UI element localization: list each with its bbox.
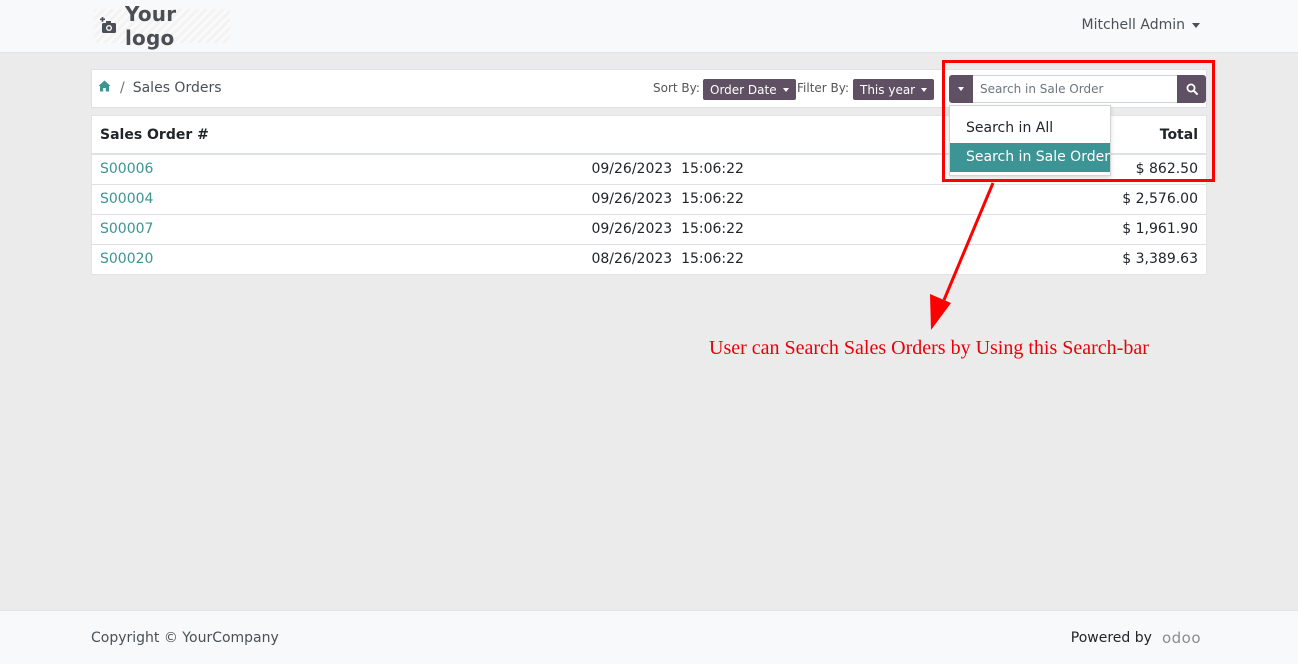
breadcrumb-current: Sales Orders bbox=[132, 80, 222, 96]
caret-down-icon bbox=[1192, 22, 1200, 28]
search-scope-all[interactable]: Search in All bbox=[950, 114, 1110, 143]
top-navbar: Your logo Mitchell Admin bbox=[0, 0, 1298, 53]
powered-by-label: Powered by bbox=[1070, 630, 1152, 646]
filter-by-dropdown[interactable]: This year bbox=[853, 79, 935, 100]
caret-down-icon bbox=[958, 87, 964, 91]
column-header-date: Order Date bbox=[292, 116, 1058, 155]
filter-by-value: This year bbox=[860, 82, 916, 97]
table-row[interactable]: S00020 08/26/2023 15:06:22 $ 3,389.63 bbox=[92, 243, 1206, 274]
logo-text: Your logo bbox=[125, 2, 177, 50]
order-total: $ 2,576.00 bbox=[1057, 183, 1206, 214]
home-icon[interactable] bbox=[98, 80, 111, 96]
odoo-logo[interactable]: odoo bbox=[1162, 629, 1201, 647]
order-link[interactable]: S00004 bbox=[100, 191, 153, 207]
order-total: $ 1,961.90 bbox=[1057, 213, 1206, 244]
breadcrumb-separator: / bbox=[120, 80, 125, 96]
order-link[interactable]: S00006 bbox=[100, 161, 153, 177]
search-scope-menu: Search in All Search in Sale Order bbox=[949, 105, 1111, 176]
order-total: $ 3,389.63 bbox=[1057, 243, 1206, 274]
search-bar bbox=[949, 75, 1206, 103]
copyright-text: Copyright © YourCompany bbox=[91, 630, 279, 646]
powered-by: Powered by odoo bbox=[1071, 629, 1201, 647]
table-row[interactable]: S00004 09/26/2023 15:06:22 $ 2,576.00 bbox=[92, 183, 1206, 214]
sort-by-dropdown[interactable]: Order Date bbox=[703, 79, 796, 100]
order-date: 09/26/2023 15:06:22 bbox=[292, 183, 1058, 214]
order-date: 09/26/2023 15:06:22 bbox=[292, 213, 1058, 244]
search-scope-toggle[interactable] bbox=[949, 75, 973, 103]
user-menu[interactable]: Mitchell Admin bbox=[1081, 17, 1200, 33]
camera-plus-icon bbox=[100, 17, 118, 35]
logo[interactable]: Your logo bbox=[94, 2, 230, 50]
caret-down-icon bbox=[782, 87, 789, 92]
search-input[interactable] bbox=[973, 75, 1177, 103]
filter-by-label: Filter By: bbox=[797, 81, 850, 95]
sort-by-value: Order Date bbox=[710, 82, 777, 97]
breadcrumb: / Sales Orders bbox=[98, 80, 222, 96]
footer: Copyright © YourCompany Powered by odoo bbox=[0, 610, 1298, 664]
user-name: Mitchell Admin bbox=[1081, 17, 1186, 33]
search-icon bbox=[1186, 83, 1198, 95]
order-date: 09/26/2023 15:06:22 bbox=[591, 161, 744, 178]
order-link[interactable]: S00007 bbox=[100, 221, 153, 237]
annotation-text: User can Search Sales Orders by Using th… bbox=[709, 337, 1149, 359]
order-link[interactable]: S00020 bbox=[100, 251, 153, 267]
sort-by-label: Sort By: bbox=[653, 81, 700, 95]
search-button[interactable] bbox=[1177, 75, 1206, 103]
table-row[interactable]: S00007 09/26/2023 15:06:22 $ 1,961.90 bbox=[92, 213, 1206, 244]
search-scope-sale-order[interactable]: Search in Sale Order bbox=[950, 143, 1110, 172]
order-date: 08/26/2023 15:06:22 bbox=[292, 243, 1058, 274]
caret-down-icon bbox=[921, 87, 928, 92]
column-header-order: Sales Order # bbox=[92, 116, 292, 155]
